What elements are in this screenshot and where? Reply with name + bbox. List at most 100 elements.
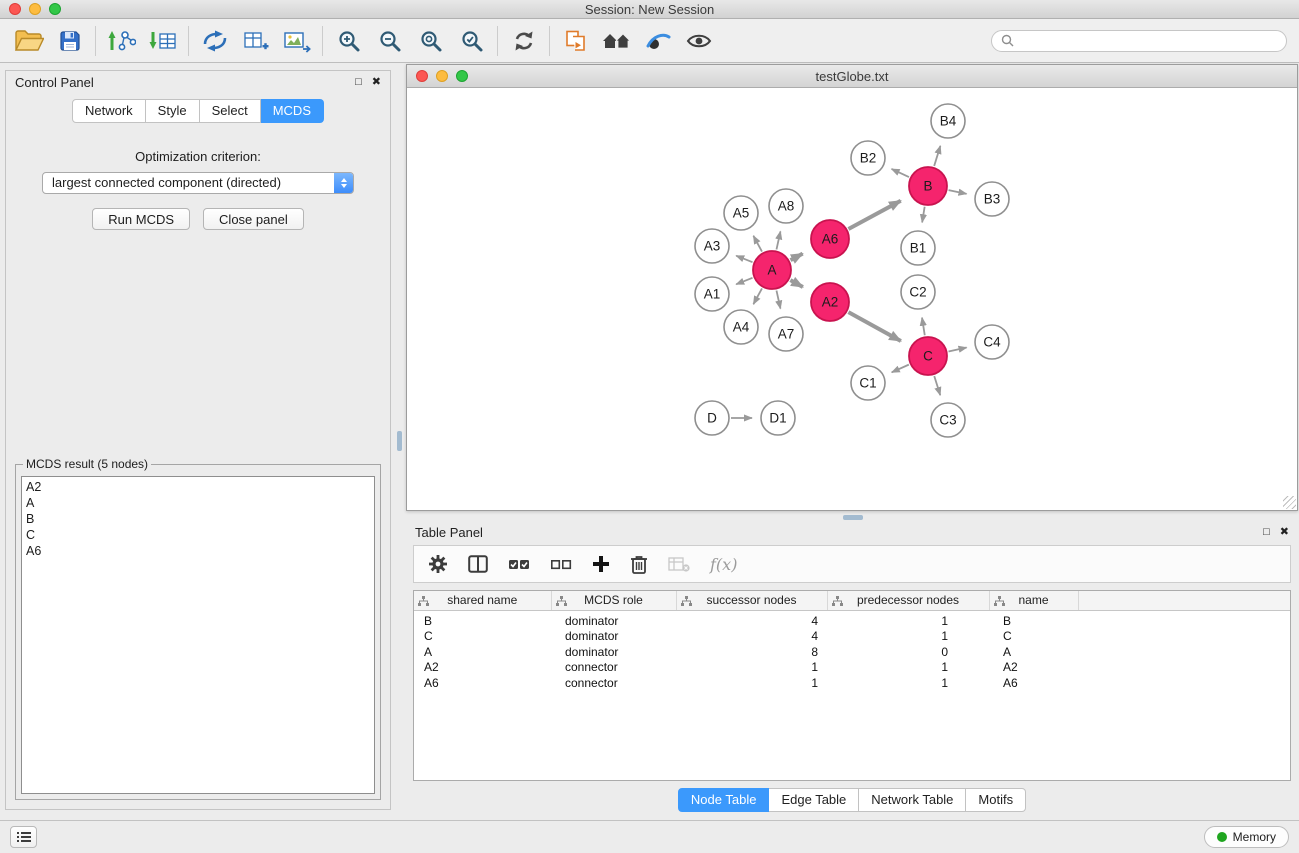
criterion-dropdown[interactable]: largest connected component (directed) — [42, 172, 354, 194]
table-cell[interactable]: B — [414, 610, 551, 629]
mcds-result-item[interactable]: A — [26, 495, 370, 511]
graph-edge-a2-c[interactable] — [848, 312, 900, 341]
table-cell[interactable]: dominator — [551, 629, 676, 645]
resize-handle[interactable] — [1283, 496, 1296, 509]
show-hide-details-button[interactable] — [678, 23, 719, 59]
show-columns-button[interactable] — [468, 555, 488, 573]
table-cell[interactable]: dominator — [551, 610, 676, 629]
table-cell[interactable]: 8 — [676, 645, 827, 661]
fullscreen-window-button[interactable] — [49, 3, 61, 15]
graph-node-c4[interactable]: C4 — [975, 325, 1009, 359]
control-tab-network[interactable]: Network — [72, 99, 146, 123]
table-row[interactable]: Adominator80A — [414, 645, 1290, 661]
graph-edge-a-a3[interactable] — [736, 256, 752, 263]
graph-node-a3[interactable]: A3 — [695, 229, 729, 263]
table-cell[interactable]: A6 — [989, 676, 1078, 692]
zoom-out-button[interactable] — [369, 23, 410, 59]
graph-edge-a-a7[interactable] — [776, 291, 780, 309]
table-cell[interactable]: A — [989, 645, 1078, 661]
column-header-predecessor-nodes[interactable]: predecessor nodes — [827, 591, 989, 610]
mcds-result-item[interactable]: C — [26, 527, 370, 543]
search-input[interactable] — [1020, 33, 1277, 48]
graph-edge-a-a6[interactable] — [791, 254, 803, 260]
network-canvas[interactable]: AA1A2A3A4A5A6A7A8BB1B2B3B4CC1C2C3C4DD1 — [407, 89, 1297, 510]
import-table-button[interactable] — [142, 23, 183, 59]
table-cell[interactable]: 1 — [676, 676, 827, 692]
graph-node-a1[interactable]: A1 — [695, 277, 729, 311]
refresh-network-button[interactable] — [503, 23, 544, 59]
table-row[interactable]: A6connector11A6 — [414, 676, 1290, 692]
table-cell[interactable]: 1 — [827, 676, 989, 692]
table-cell[interactable]: connector — [551, 676, 676, 692]
graph-edge-a-a1[interactable] — [736, 278, 752, 285]
save-session-button[interactable] — [49, 23, 90, 59]
delete-table-button[interactable] — [668, 555, 690, 573]
control-tab-mcds[interactable]: MCDS — [261, 99, 324, 123]
mcds-result-item[interactable]: A2 — [26, 479, 370, 495]
table-cell[interactable]: 0 — [827, 645, 989, 661]
import-network-button[interactable] — [101, 23, 142, 59]
mcds-result-item[interactable]: B — [26, 511, 370, 527]
table-cell[interactable]: B — [989, 610, 1078, 629]
graph-edge-a-a5[interactable] — [753, 236, 762, 252]
graph-node-d[interactable]: D — [695, 401, 729, 435]
graph-node-c[interactable]: C — [909, 337, 947, 375]
table-cell[interactable]: A2 — [989, 660, 1078, 676]
table-cell[interactable]: C — [989, 629, 1078, 645]
delete-column-button[interactable] — [630, 554, 648, 574]
table-tab-network-table[interactable]: Network Table — [859, 788, 966, 812]
vertical-split-handle[interactable] — [397, 431, 402, 451]
graph-node-a6[interactable]: A6 — [811, 220, 849, 258]
float-panel-icon[interactable]: □ — [355, 77, 362, 88]
close-panel-icon[interactable]: ✖ — [372, 77, 381, 88]
close-panel-button[interactable]: Close panel — [203, 208, 304, 230]
table-row[interactable]: A2connector11A2 — [414, 660, 1290, 676]
table-cell[interactable]: dominator — [551, 645, 676, 661]
table-cell[interactable]: A — [414, 645, 551, 661]
float-panel-icon[interactable]: □ — [1263, 527, 1270, 538]
table-cell[interactable]: C — [414, 629, 551, 645]
vizmap-preview-button[interactable] — [637, 23, 678, 59]
graph-edge-b-b4[interactable] — [934, 146, 940, 166]
control-tab-select[interactable]: Select — [200, 99, 261, 123]
column-header-mcds-role[interactable]: MCDS role — [551, 591, 676, 610]
network-maximize-button[interactable] — [456, 70, 468, 82]
table-cell[interactable]: A2 — [414, 660, 551, 676]
new-table-button[interactable] — [235, 23, 276, 59]
table-cell[interactable]: 1 — [827, 660, 989, 676]
graph-node-a7[interactable]: A7 — [769, 317, 803, 351]
graph-edge-b-b2[interactable] — [892, 169, 909, 177]
zoom-selected-button[interactable] — [451, 23, 492, 59]
deselect-all-button[interactable] — [550, 557, 572, 571]
network-minimize-button[interactable] — [436, 70, 448, 82]
graph-node-c2[interactable]: C2 — [901, 275, 935, 309]
graph-node-c1[interactable]: C1 — [851, 366, 885, 400]
table-cell[interactable]: 1 — [827, 610, 989, 629]
function-builder-button[interactable]: f(x) — [710, 555, 737, 574]
graph-edge-b-b3[interactable] — [949, 190, 967, 194]
graph-node-b[interactable]: B — [909, 167, 947, 205]
minimize-window-button[interactable] — [29, 3, 41, 15]
table-cell[interactable]: 4 — [676, 610, 827, 629]
table-cell[interactable]: 1 — [676, 660, 827, 676]
graph-edge-a-a2[interactable] — [790, 280, 802, 287]
graph-node-b2[interactable]: B2 — [851, 141, 885, 175]
zoom-fit-button[interactable] — [410, 23, 451, 59]
graph-node-b3[interactable]: B3 — [975, 182, 1009, 216]
graph-edge-a-a4[interactable] — [753, 288, 762, 304]
table-cell[interactable]: connector — [551, 660, 676, 676]
graph-edge-c-c4[interactable] — [949, 348, 967, 352]
add-column-button[interactable] — [592, 555, 610, 573]
graph-node-a2[interactable]: A2 — [811, 283, 849, 321]
table-cell[interactable]: 4 — [676, 629, 827, 645]
close-panel-icon[interactable]: ✖ — [1280, 527, 1289, 538]
open-session-button[interactable] — [8, 23, 49, 59]
graph-node-b1[interactable]: B1 — [901, 231, 935, 265]
graph-edge-c-c3[interactable] — [934, 376, 940, 395]
graph-node-b4[interactable]: B4 — [931, 104, 965, 138]
panel-selector-button[interactable] — [10, 826, 37, 848]
export-image-button[interactable] — [276, 23, 317, 59]
graph-edge-c-c1[interactable] — [892, 365, 909, 373]
home-button[interactable] — [596, 23, 637, 59]
graph-edge-b-b1[interactable] — [922, 207, 925, 223]
